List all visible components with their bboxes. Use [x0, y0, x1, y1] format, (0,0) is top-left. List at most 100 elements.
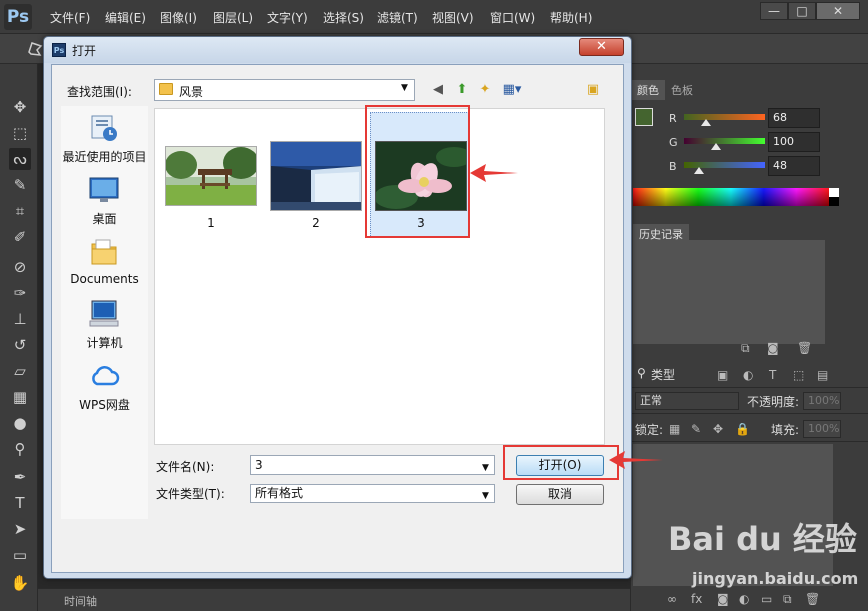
hand-tool-icon[interactable]: ✋	[9, 572, 31, 594]
black-white-swatch[interactable]	[829, 188, 839, 206]
lock-transparent-icon[interactable]: ▦	[669, 422, 680, 436]
file-item-2[interactable]: 2	[260, 109, 362, 239]
filter-kind-icon[interactable]: ⚲	[637, 366, 646, 380]
lock-all-icon[interactable]: 🔒	[735, 422, 750, 436]
green-channel-label: G	[669, 136, 678, 149]
eraser-tool-icon[interactable]: ▱	[9, 360, 31, 382]
file-item-1[interactable]: 1	[155, 109, 257, 239]
menu-image[interactable]: 图像(I)	[160, 9, 197, 26]
crop-tool-icon[interactable]: ⌗	[9, 200, 31, 222]
lock-pixels-icon[interactable]: ✎	[691, 422, 701, 436]
menu-filter[interactable]: 滤镜(T)	[377, 9, 418, 26]
photoshop-app-icon: Ps	[52, 43, 66, 57]
menu-edit[interactable]: 编辑(E)	[105, 9, 146, 26]
gradient-tool-icon[interactable]: ▦	[9, 386, 31, 408]
file-label: 1	[207, 216, 215, 230]
chevron-down-icon: ▼	[482, 491, 489, 501]
fill-label: 填充:	[771, 423, 800, 437]
watermark-brand: Bai du 经验	[668, 520, 857, 558]
place-desktop[interactable]: 桌面	[61, 174, 148, 234]
photoshop-logo: Ps	[4, 4, 32, 30]
lasso-tool-active-icon[interactable]: ᔓ	[9, 148, 31, 170]
tab-color[interactable]: 颜色	[631, 80, 665, 100]
filetype-select[interactable]: 所有格式 ▼	[250, 484, 495, 503]
blue-slider-thumb[interactable]	[694, 167, 705, 174]
file-3-highlight-box	[365, 105, 470, 238]
history-brush-tool-icon[interactable]: ↺	[9, 334, 31, 356]
menu-layer[interactable]: 图层(L)	[213, 9, 253, 26]
back-icon[interactable]: ◀	[429, 81, 447, 99]
recent-items-icon	[91, 115, 117, 141]
camera-icon[interactable]: ◙	[767, 341, 779, 355]
up-folder-icon[interactable]: ⬆	[453, 81, 471, 99]
filter-kind-label[interactable]: 类型	[651, 366, 675, 383]
file-label: 2	[312, 216, 320, 230]
fill-input[interactable]: 100%	[803, 420, 841, 438]
opacity-input[interactable]: 100%	[803, 392, 841, 410]
tab-swatches[interactable]: 色板	[665, 80, 699, 100]
place-recent[interactable]: 最近使用的项目	[61, 112, 148, 172]
healing-brush-tool-icon[interactable]: ⊘	[9, 256, 31, 278]
green-slider-thumb[interactable]	[710, 143, 721, 150]
opacity-label: 不透明度:	[747, 395, 800, 409]
menu-file[interactable]: 文件(F)	[50, 9, 90, 26]
dialog-close-button[interactable]: ✕	[579, 38, 624, 56]
menu-select[interactable]: 选择(S)	[323, 9, 364, 26]
lasso-tool-icon[interactable]	[26, 40, 44, 58]
place-label: 最近使用的项目	[62, 150, 147, 164]
pen-tool-icon[interactable]: ✒	[9, 466, 31, 488]
new-snapshot-icon[interactable]: ⧉	[741, 341, 750, 356]
layers-blend-row: 正常 不透明度: 100%	[631, 388, 868, 414]
green-slider-track[interactable]	[684, 138, 765, 144]
view-menu-icon[interactable]: ▦▾	[500, 81, 524, 99]
quick-select-tool-icon[interactable]: ✎	[9, 174, 31, 196]
clone-stamp-tool-icon[interactable]: ⊥	[9, 308, 31, 330]
place-wps-cloud[interactable]: WPS网盘	[61, 360, 148, 420]
maximize-button[interactable]: □	[788, 2, 816, 20]
green-value-input[interactable]: 100	[768, 132, 820, 152]
eyedropper-tool-icon[interactable]: ✐	[9, 226, 31, 248]
marquee-tool-icon[interactable]: ⬚	[9, 122, 31, 144]
blue-channel-label: B	[669, 160, 677, 173]
new-folder-icon[interactable]: ✦	[476, 81, 494, 99]
places-bar: 最近使用的项目 桌面 Documents 计算机 WPS网盘	[61, 106, 148, 519]
chevron-down-icon[interactable]: ▼	[482, 459, 489, 477]
dialog-titlebar[interactable]: Ps 打开 ✕	[44, 37, 631, 63]
filename-label: 文件名(N):	[156, 460, 215, 474]
menu-help[interactable]: 帮助(H)	[550, 9, 592, 26]
blend-mode-select[interactable]: 正常	[635, 392, 739, 410]
menu-view[interactable]: 视图(V)	[432, 9, 474, 26]
move-tool-icon[interactable]: ✥	[9, 96, 31, 118]
close-window-button[interactable]: ✕	[816, 2, 860, 20]
red-value-input[interactable]: 68	[768, 108, 820, 128]
pixel-filter-icon[interactable]: ▣	[717, 368, 728, 382]
desktop-icon	[89, 177, 119, 202]
toolbox: ✥ ⬚ ᔓ ✎ ⌗ ✐ ⊘ ✑ ⊥ ↺ ▱ ▦ ● ⚲ ✒ T ➤ ▭ ✋	[0, 64, 38, 611]
red-slider-track[interactable]	[684, 114, 765, 120]
red-slider-thumb[interactable]	[700, 119, 711, 126]
type-filter-icon[interactable]: T	[769, 368, 776, 382]
minimize-button[interactable]: —	[760, 2, 788, 20]
blur-tool-icon[interactable]: ●	[9, 412, 31, 434]
folder-browse-icon[interactable]: ▣	[584, 81, 602, 99]
cancel-button[interactable]: 取消	[516, 484, 604, 505]
menu-type[interactable]: 文字(Y)	[267, 9, 308, 26]
dodge-tool-icon[interactable]: ⚲	[9, 438, 31, 460]
filename-input[interactable]: 3 ▼	[250, 455, 495, 475]
menu-window[interactable]: 窗口(W)	[490, 9, 535, 26]
smart-object-filter-icon[interactable]: ▤	[817, 368, 828, 382]
blue-value-input[interactable]: 48	[768, 156, 820, 176]
adjustment-filter-icon[interactable]: ◐	[743, 368, 753, 382]
lookin-select[interactable]: 风景 ▼	[154, 79, 415, 101]
color-spectrum-bar[interactable]	[633, 188, 829, 206]
type-tool-icon[interactable]: T	[9, 492, 31, 514]
timeline-tab[interactable]: 时间轴	[64, 593, 97, 609]
trash-icon[interactable]: 🗑	[797, 341, 812, 355]
path-select-tool-icon[interactable]: ➤	[9, 518, 31, 540]
place-documents[interactable]: Documents	[61, 236, 148, 296]
shape-tool-icon[interactable]: ▭	[9, 544, 31, 566]
shape-filter-icon[interactable]: ⬚	[793, 368, 804, 382]
lock-position-icon[interactable]: ✥	[713, 422, 723, 436]
place-computer[interactable]: 计算机	[61, 298, 148, 358]
brush-tool-icon[interactable]: ✑	[9, 282, 31, 304]
